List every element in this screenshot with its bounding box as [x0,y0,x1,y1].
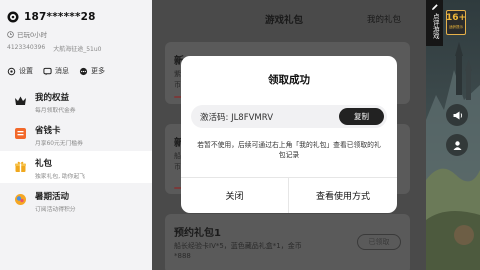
gift-card-desc-2: *888 [174,252,191,260]
account-info: 4123340396 大航海征途_51u0 [7,44,145,53]
messages-label: 消息 [55,67,69,75]
gift-card[interactable]: 预约礼包1 船长经验卡IV*5，蓝色藏品礼盒*1，金币 *888 已领取 [165,214,410,270]
crown-icon [14,94,27,107]
sidebar-item-gifts[interactable]: 礼包 独家礼包, 助你起飞 [0,151,162,183]
pen-icon [431,4,438,10]
person-icon [453,140,461,150]
age-note: 适龄提示 [449,25,463,29]
card-icon [14,127,27,140]
user-phone: 187******28 [24,11,96,23]
gift-card-desc: 船 [174,152,181,160]
sidebar-item-label: 我的权益 [35,93,70,103]
clock-icon [7,30,14,38]
sidebar-item-subtitle: 独家礼包, 助你起飞 [35,174,86,180]
user-id: 4123340396 [7,44,46,51]
gift-card-desc-2: 币 [174,81,181,89]
gift-card-desc: 紫 [174,70,181,78]
more-button[interactable]: 更多 [79,66,105,76]
sidebar-item-savings-card[interactable]: 省钱卡 月享60元无门槛券 [0,118,152,150]
age-rating-badge: 16+ 适龄提示 [446,10,466,35]
sidebar-item-subtitle: 每月领取代金券 [35,108,76,114]
profile-button[interactable] [446,134,468,156]
sidebar-item-subtitle: 订阅活动得积分 [35,207,76,213]
message-icon [43,67,52,76]
user-row[interactable]: 187******28 [7,9,145,25]
sidebar-item-subtitle: 月享60元无门槛券 [35,141,83,147]
sidebar-item-benefits[interactable]: 我的权益 每月领取代金券 [0,85,152,117]
sidebar: 187******28 已玩0小时 4123340396 大航海征途_51u0 … [0,0,162,270]
sidebar-item-label: 礼包 [35,159,53,169]
more-icon [79,67,88,76]
gift-card-desc: 船长经验卡IV*5，蓝色藏品礼盒*1，金币 [174,242,302,250]
dialog-note: 若暂不使用，后续可通过右上角「我的礼包」查看已领取的礼包记录 [197,141,381,159]
sidebar-menu: 我的权益 每月领取代金券 省钱卡 月享60元无门槛券 礼包 独家礼包, 助你起飞… [0,85,162,216]
play-time-text: 已玩0小时 [17,31,48,39]
claim-success-dialog: 领取成功 激活码: JL8FVMRV 复制 若暂不使用，后续可通过右上角「我的礼… [181,56,397,213]
dialog-title: 领取成功 [268,74,310,86]
close-button[interactable]: 关闭 [181,178,288,213]
megaphone-icon [453,111,462,119]
messages-button[interactable]: 消息 [43,66,69,76]
event-icon [14,193,27,206]
settings-label: 设置 [19,67,33,75]
gear-icon [7,67,16,76]
age-rating: 16+ [445,13,467,23]
review-game-tag[interactable]: 点评游戏 [426,0,443,46]
user-location: 大航海征途_51u0 [53,46,102,53]
settings-button[interactable]: 设置 [7,66,33,76]
quick-actions: 设置 消息 更多 [7,63,145,79]
sidebar-item-label: 省钱卡 [35,126,61,136]
sidebar-item-label: 暑期活动 [35,192,70,202]
activation-code-box: 激活码: JL8FVMRV 复制 [191,105,387,128]
page-title: 游戏礼包 [265,15,304,26]
activation-code: 激活码: JL8FVMRV [200,113,274,123]
review-game-label: 点评游戏 [431,13,440,39]
copy-button[interactable]: 复制 [339,108,384,125]
sidebar-item-summer-event[interactable]: 暑期活动 订阅活动得积分 [0,184,152,216]
more-label: 更多 [91,67,105,75]
gift-card-title: 预约礼包1 [174,228,221,239]
play-time: 已玩0小时 [7,29,145,39]
announcement-button[interactable] [446,104,468,126]
view-usage-button[interactable]: 查看使用方式 [289,178,397,213]
game-preview-strip: 点评游戏 16+ 适龄提示 [426,0,480,270]
my-gifts-link[interactable]: 我的礼包 [367,13,401,25]
gift-card-desc-2: 币 [174,163,181,171]
avatar[interactable] [7,8,19,27]
claimed-button[interactable]: 已领取 [357,234,401,250]
gift-icon [14,160,27,173]
